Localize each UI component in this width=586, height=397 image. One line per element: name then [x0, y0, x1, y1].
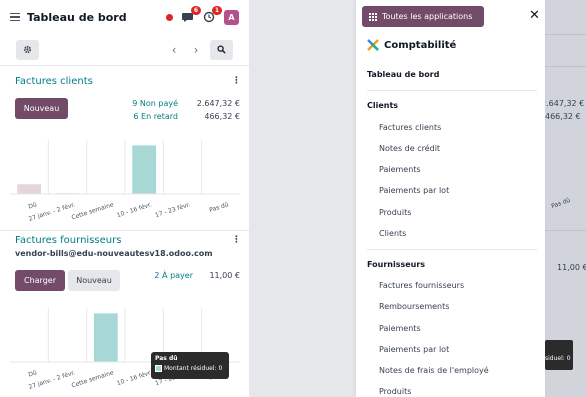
app-name: Comptabilité — [384, 39, 457, 51]
menu-item-customers[interactable]: Clients — [379, 229, 406, 238]
previous-icon[interactable]: ‹ — [164, 40, 184, 60]
chart-bar[interactable] — [17, 184, 42, 194]
bg-tooltip: siduel: 0 — [545, 340, 573, 370]
tooltip-row: Montant résiduel: 0 — [155, 365, 225, 372]
menu-item-customer-payments[interactable]: Paiements — [379, 165, 421, 174]
menu-item-employee-expenses[interactable]: Notes de frais de l'employé — [379, 366, 489, 375]
chart-bar[interactable] — [93, 313, 118, 362]
menu-item-vendor-bills[interactable]: Factures fournisseurs — [379, 281, 464, 290]
page-title: Tableau de bord — [27, 10, 127, 24]
card-options-icon[interactable]: ⋮ — [232, 76, 241, 86]
activity-badge: 1 — [211, 6, 222, 15]
pager: ‹ › — [164, 39, 233, 60]
next-icon[interactable]: › — [186, 40, 206, 60]
dashboard-panel: Tableau de bord 6 1 A ‹ › Factures clien… — [0, 0, 250, 397]
card-title[interactable]: Factures clients — [15, 76, 93, 87]
to-pay-amount: 11,00 € — [209, 271, 240, 280]
menu-divider — [367, 90, 537, 91]
unpaid-amount: 2.647,32 € — [196, 99, 240, 108]
menu-item-refunds[interactable]: Remboursements — [379, 302, 449, 311]
menu-item-vendor-products[interactable]: Produits — [379, 387, 411, 396]
upload-button[interactable]: Charger — [15, 270, 65, 291]
bg-tooltip-text: siduel: 0 — [545, 355, 571, 362]
control-panel: ‹ › — [0, 34, 249, 66]
unpaid-link[interactable]: 9 Non payé — [132, 99, 178, 108]
bg-amount: 2.647,32 € — [545, 99, 585, 108]
new-invoice-button[interactable]: Nouveau — [15, 98, 68, 119]
chart-svg: Dû27 janv. - 2 févr.Cette semaine 10 - 16… — [10, 140, 240, 223]
x-tick-label: Dû — [28, 369, 38, 378]
search-icon — [217, 45, 226, 54]
menu-dashboard[interactable]: Tableau de bord — [367, 70, 439, 79]
settings-button[interactable] — [16, 39, 39, 60]
menu-item-customer-products[interactable]: Produits — [379, 208, 411, 217]
x-tick-label: Cette semaine — [71, 201, 115, 221]
menu-item-vendor-batch-payments[interactable]: Paiements par lot — [379, 345, 449, 354]
bg-tick: Pas dû — [550, 196, 572, 211]
to-pay-link[interactable]: 2 À payer — [154, 271, 193, 280]
all-apps-button[interactable]: Toutes les applications — [362, 6, 484, 27]
legend-swatch — [155, 365, 162, 372]
search-button[interactable] — [210, 39, 233, 60]
x-tick-label: Cette semaine — [71, 369, 115, 389]
background-page-strip: 2.647,32 € 466,32 € Pas dû 11,00 € — [545, 0, 586, 397]
close-icon[interactable]: ✕ — [529, 8, 540, 23]
x-tick-label: 10 - 16 févr. — [116, 201, 153, 219]
menu-divider — [367, 249, 537, 250]
menu-item-customer-invoices[interactable]: Factures clients — [379, 123, 441, 132]
bg-amount: 11,00 € — [557, 263, 586, 272]
all-apps-label: Toutes les applications — [382, 12, 473, 21]
menu-item-customer-batch-payments[interactable]: Paiements par lot — [379, 186, 449, 195]
menu-item-credit-notes[interactable]: Notes de crédit — [379, 144, 440, 153]
chat-badge: 6 — [190, 6, 201, 15]
menu-section-clients[interactable]: Clients — [367, 101, 398, 110]
x-tick-label: Dû — [28, 201, 38, 210]
top-navbar: Tableau de bord 6 1 A — [0, 0, 249, 34]
tooltip-value: Montant résiduel: 0 — [164, 365, 223, 372]
apps-menu-drawer: Toutes les applications ✕ Comptabilité T… — [356, 0, 545, 397]
activity-clock-icon[interactable]: 1 — [203, 6, 222, 23]
gear-icon — [23, 45, 32, 54]
hamburger-menu-icon[interactable] — [10, 12, 20, 22]
card-title[interactable]: Factures fournisseurs — [15, 235, 121, 246]
late-amount: 466,32 € — [204, 112, 240, 121]
x-tick-label: Pas dû — [209, 201, 230, 214]
chart-tooltip: Pas dû Montant résiduel: 0 — [151, 352, 229, 379]
chat-icon[interactable]: 6 — [182, 6, 201, 23]
x-tick-label: 10 - 16 févr. — [116, 369, 153, 387]
new-bill-button[interactable]: Nouveau — [68, 270, 120, 291]
chart-svg: Dû27 janv. - 2 févr.Cette semaine 10 - 16… — [10, 308, 240, 391]
menu-item-vendor-payments[interactable]: Paiements — [379, 324, 421, 333]
chart-bar[interactable] — [132, 145, 157, 194]
vendor-bills-email: vendor-bills@edu-nouveautesv18.odoo.com — [15, 249, 213, 258]
grid-icon — [369, 12, 377, 21]
x-tick-label: 17 - 23 févr. — [154, 201, 191, 219]
systray: 6 1 A — [166, 6, 239, 25]
card-options-icon[interactable]: ⋮ — [232, 235, 241, 245]
accounting-logo-icon — [367, 39, 379, 51]
status-dot-icon[interactable] — [166, 13, 173, 21]
menu-section-vendors[interactable]: Fournisseurs — [367, 260, 425, 269]
tooltip-title: Pas dû — [155, 355, 178, 362]
app-header: Comptabilité — [367, 39, 456, 51]
user-avatar[interactable]: A — [224, 9, 239, 25]
bg-amount: 466,32 € — [545, 112, 581, 121]
vendor-bills-chart: Dû 27 janv. - 2 févr. Cette semaine 10 - 16… — [0, 304, 249, 397]
late-link[interactable]: 6 En retard — [133, 112, 178, 121]
customer-invoices-chart: Dû 27 janv. - 2 févr. Cette semaine 10 - 16… — [0, 136, 249, 230]
